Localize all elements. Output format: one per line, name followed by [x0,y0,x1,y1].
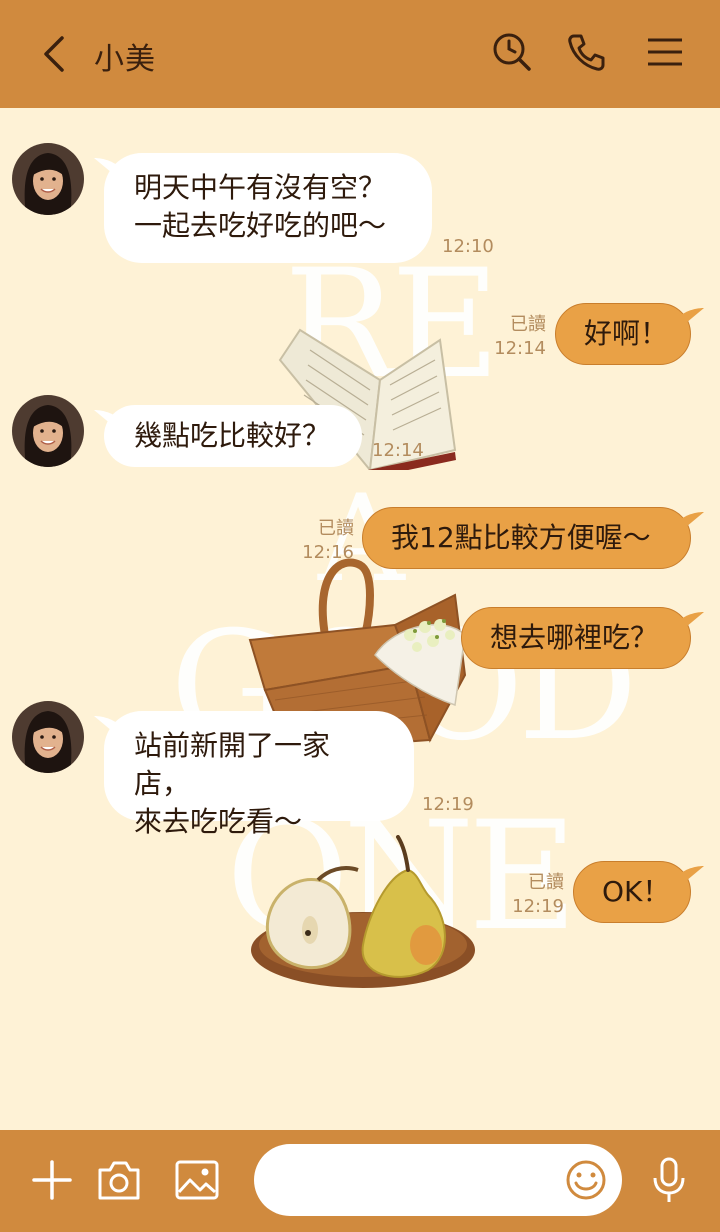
contact-avatar[interactable] [12,143,84,215]
back-arrow-icon[interactable] [36,34,72,74]
phone-icon[interactable] [564,30,608,74]
message-bubble-incoming[interactable]: 幾點吃比較好？ [104,405,362,467]
pears-illustration [251,835,475,988]
message-bubble-outgoing[interactable]: 我12點比較方便喔～ [362,507,691,569]
avatar-portrait-icon [12,143,84,215]
message-bubble-outgoing[interactable]: 想去哪裡吃？ [461,607,691,669]
camera-icon[interactable] [96,1158,142,1202]
message-timestamp: 12:14 [494,338,546,359]
emoji-icon[interactable] [564,1158,608,1202]
avatar-portrait-icon [12,395,84,467]
bubble-tail [676,512,704,532]
message-timestamp: 12:10 [442,236,494,257]
search-icon[interactable] [490,30,534,74]
message-bubble-incoming[interactable]: 明天中午有沒有空？ 一起去吃好吃的吧～ [104,153,432,263]
chat-title: 小美 [94,42,156,77]
bubble-tail [676,866,704,886]
message-timestamp: 12:14 [372,440,424,461]
message-timestamp: 12:16 [302,542,354,563]
bubble-tail [676,308,704,328]
plus-icon[interactable] [30,1158,74,1202]
microphone-icon[interactable] [650,1156,688,1204]
message-bubble-incoming[interactable]: 站前新開了一家店， 來去吃吃看～ [104,711,414,838]
message-bubble-outgoing[interactable]: OK！ [573,861,691,923]
chat-header: 小美 [0,0,720,108]
avatar-portrait-icon [12,701,84,773]
message-bubble-outgoing[interactable]: 好啊！ [555,303,691,365]
bubble-tail [676,612,704,632]
menu-icon[interactable] [644,30,688,74]
image-icon[interactable] [174,1158,220,1202]
read-receipt: 已讀 [510,314,546,335]
message-timestamp: 12:19 [512,896,564,917]
contact-avatar[interactable] [12,395,84,467]
contact-avatar[interactable] [12,701,84,773]
read-receipt: 已讀 [318,518,354,539]
read-receipt: 已讀 [528,872,564,893]
message-timestamp: 12:19 [422,794,474,815]
